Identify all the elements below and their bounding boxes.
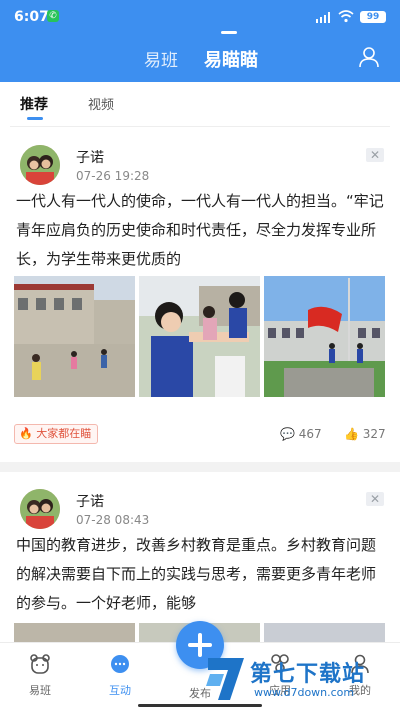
comment-count: 467 — [298, 427, 322, 441]
post-photo[interactable] — [264, 623, 385, 642]
wifi-icon — [338, 10, 354, 23]
phone-call-icon: ✆ — [47, 10, 59, 22]
photo-grid — [14, 276, 386, 397]
nav-label: 易班 — [29, 684, 51, 697]
post-time: 07-26 19:28 — [76, 169, 150, 183]
watermark-url: www.d7down.com — [254, 686, 355, 699]
feed-post[interactable]: 子诺 07-28 08:43 ✕ 中国的教育进步，改善乡村教育是重点。乡村教育问… — [0, 477, 400, 642]
active-tab-indicator — [221, 31, 237, 34]
nav-yiban[interactable]: 易班 — [10, 653, 70, 698]
post-photo[interactable] — [14, 276, 135, 397]
hot-tag[interactable]: 🔥 大家都在瞄 — [14, 424, 99, 444]
comment-button[interactable]: 💬 467 — [280, 427, 322, 441]
status-time: 6:07 — [14, 9, 49, 25]
dismiss-button[interactable]: ✕ — [366, 492, 384, 506]
hot-tag-label: 大家都在瞄 — [36, 427, 92, 440]
feed-panel: 推荐 视频 子诺 07-26 19:28 ✕ 一代人有一代人的使命，一代人有一代… — [0, 82, 400, 642]
home-indicator — [138, 704, 262, 707]
author-name[interactable]: 子诺 — [76, 147, 104, 167]
like-count: 327 — [362, 427, 386, 441]
post-photo[interactable] — [264, 276, 385, 397]
nav-label: 互动 — [109, 684, 131, 697]
app-header: 6:07 ✆ 99 易班 易瞄瞄 — [0, 0, 400, 82]
author-name[interactable]: 子诺 — [76, 491, 104, 511]
tab-yimiaomiao[interactable]: 易瞄瞄 — [204, 46, 258, 72]
post-text[interactable]: 一代人有一代人的使命，一代人有一代人的担当。“牢记青年应肩负的历史使命和时代责任… — [16, 187, 388, 274]
post-text[interactable]: 中国的教育进步，改善乡村教育是重点。乡村教育问题的解决需要自下而上的实践与思考，… — [16, 531, 388, 618]
watermark-title: 第七下载站 — [250, 662, 366, 687]
bear-icon — [30, 654, 50, 674]
site-watermark: 第七下载站 www.d7down.com — [200, 650, 398, 708]
top-tabs: 易班 易瞄瞄 — [0, 44, 400, 74]
flame-icon: 🔥 — [19, 427, 33, 440]
watermark-logo — [206, 658, 244, 700]
sub-tab-indicator — [27, 117, 43, 120]
like-button[interactable]: 👍 327 — [344, 427, 386, 441]
feed-post[interactable]: 子诺 07-26 19:28 ✕ 一代人有一代人的使命，一代人有一代人的担当。“… — [0, 137, 400, 457]
sub-tabs: 推荐 视频 — [0, 82, 400, 124]
thumbs-up-icon: 👍 — [344, 427, 359, 441]
signal-icon — [316, 12, 330, 23]
tab-video[interactable]: 视频 — [88, 94, 114, 113]
avatar[interactable] — [20, 489, 60, 529]
post-photo[interactable] — [14, 623, 135, 642]
tab-yiban[interactable]: 易班 — [144, 46, 178, 71]
tab-recommend[interactable]: 推荐 — [20, 94, 48, 114]
status-bar: 6:07 ✆ 99 — [0, 0, 400, 34]
avatar[interactable] — [20, 145, 60, 185]
battery-icon: 99 — [360, 11, 386, 23]
nav-interaction[interactable]: 互动 — [90, 653, 150, 698]
post-separator — [0, 462, 400, 472]
post-time: 07-28 08:43 — [76, 513, 150, 527]
chat-bubble-icon — [111, 655, 129, 673]
comment-icon: 💬 — [280, 427, 295, 441]
dismiss-button[interactable]: ✕ — [366, 148, 384, 162]
user-profile-icon[interactable] — [358, 46, 380, 68]
post-photo[interactable] — [139, 276, 260, 397]
divider — [10, 126, 390, 127]
